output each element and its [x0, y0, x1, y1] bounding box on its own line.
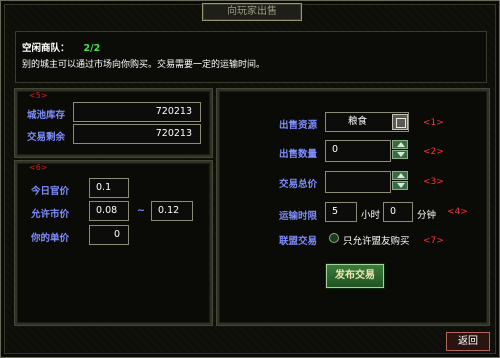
total-price-tag: <3> — [423, 177, 444, 187]
minutes-unit: 分钟 — [417, 210, 437, 221]
allowed-price-label: 允许市价 — [31, 209, 70, 220]
total-price-label: 交易总价 — [279, 179, 318, 190]
trade-remaining-label: 交易剩余 — [27, 132, 66, 143]
transport-tag: <4> — [447, 207, 468, 217]
resource-label: 出售资源 — [279, 120, 318, 131]
trade-remaining-value: 720213 — [73, 124, 201, 144]
transport-minutes-input[interactable]: 0 — [383, 202, 413, 222]
idle-caravan-count: 2/2 — [83, 43, 101, 54]
your-price-input[interactable]: 0 — [89, 225, 129, 245]
price-panel: <6> 今日官价 0.1 允许市价 0.08 ~ 0.12 你的单价 0 — [15, 161, 212, 325]
official-price-label: 今日官价 — [31, 186, 70, 197]
price-range-separator: ~ — [137, 205, 145, 216]
city-stock-label: 城池库存 — [27, 110, 66, 121]
stock-panel-tag: <5> — [29, 91, 48, 100]
sell-to-player-window: 向玩家出售 空闲商队： 2/2 别的城主可以通过市场向你购买。交易需要一定的运输时… — [0, 0, 500, 358]
price-panel-tag: <6> — [29, 163, 48, 172]
resource-tag: <1> — [423, 118, 444, 128]
total-price-input[interactable] — [325, 171, 391, 193]
transport-time-label: 运输时限 — [279, 211, 318, 222]
publish-trade-button[interactable]: 发布交易 — [326, 264, 384, 288]
alliance-tag: <7> — [423, 236, 444, 246]
alliance-trade-label: 联盟交易 — [279, 236, 318, 247]
total-decrease-icon[interactable] — [392, 181, 408, 190]
transport-hours-input[interactable]: 5 — [325, 202, 357, 222]
alliance-only-checkbox[interactable] — [329, 233, 339, 243]
city-stock-value: 720213 — [73, 102, 201, 122]
quantity-label: 出售数量 — [279, 149, 318, 160]
stock-panel: <5> 城池库存 720213 交易剩余 720213 — [15, 89, 212, 157]
hours-unit: 小时 — [361, 210, 381, 221]
alliance-only-label: 只允许盟友购买 — [343, 236, 410, 247]
quantity-input[interactable]: 0 — [325, 140, 391, 162]
quantity-tag: <2> — [423, 147, 444, 157]
sell-panel: 出售资源 粮食 <1> 出售数量 0 <2> 交易总价 <3> 运输时限 5 小… — [217, 89, 489, 325]
total-increase-icon[interactable] — [392, 171, 408, 180]
allowed-price-max: 0.12 — [151, 201, 193, 221]
idle-caravan-label: 空闲商队： — [22, 43, 70, 54]
official-price-value: 0.1 — [89, 178, 129, 198]
info-bar: 空闲商队： 2/2 别的城主可以通过市场向你购买。交易需要一定的运输时间。 — [15, 31, 487, 83]
quantity-increase-icon[interactable] — [392, 140, 408, 149]
allowed-price-min: 0.08 — [89, 201, 129, 221]
window-title: 向玩家出售 — [202, 3, 302, 21]
return-button[interactable]: 返回 — [446, 332, 490, 351]
trade-description: 别的城主可以通过市场向你购买。交易需要一定的运输时间。 — [22, 60, 266, 70]
quantity-decrease-icon[interactable] — [392, 150, 408, 159]
your-price-label: 你的单价 — [31, 233, 70, 244]
resource-dropdown-button[interactable] — [392, 114, 408, 130]
idle-caravan-row: 空闲商队： 2/2 — [22, 40, 100, 54]
